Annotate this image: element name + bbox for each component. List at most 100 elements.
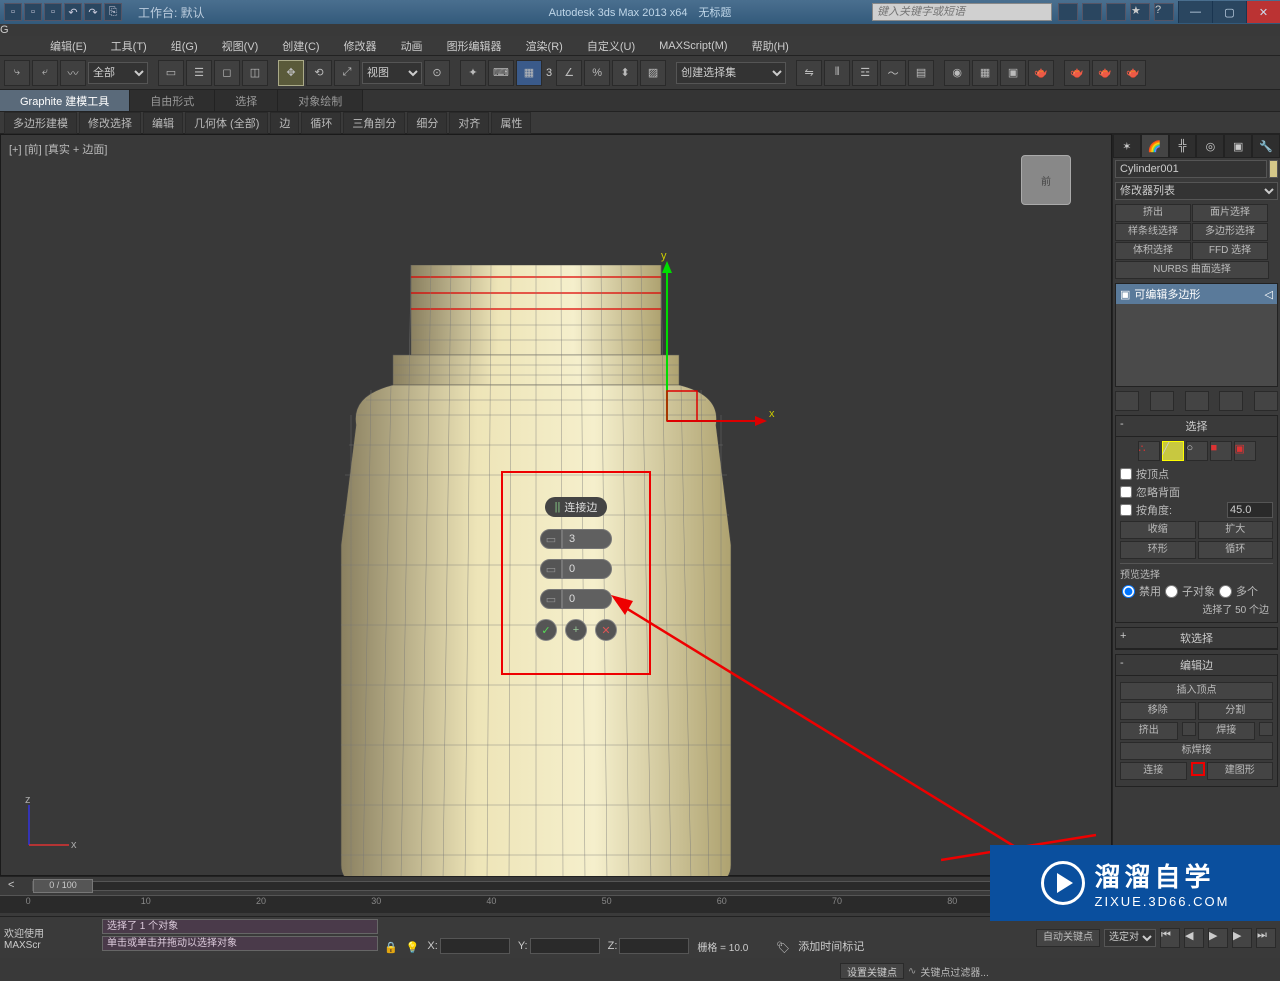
exchange-icon[interactable] [1106,3,1126,21]
menu-views[interactable]: 视图(V) [212,36,269,56]
polygon-mode-icon[interactable]: ■ [1210,441,1232,461]
align-icon[interactable]: ⫴ [824,60,850,86]
curve-editor-icon[interactable]: 〜 [880,60,906,86]
rp-loop[interactable]: 循环 [301,112,341,134]
mb-poly-sel[interactable]: 多边形选择 [1192,223,1268,241]
unlink-icon[interactable]: ⤶ [32,60,58,86]
tab-utilities-icon[interactable]: 🔧 [1252,134,1280,158]
render-prod-icon[interactable]: 🫖 [1092,60,1118,86]
slide-input[interactable] [562,589,612,609]
named-selection-sets[interactable]: 创建选择集 [676,62,786,84]
lock-icon[interactable]: 🔒 [384,941,398,954]
rp-poly-model[interactable]: 多边形建模 [4,112,77,134]
auto-key-button[interactable]: 自动关键点 [1036,929,1100,947]
x-input[interactable] [440,938,510,954]
time-thumb[interactable]: 0 / 100 [33,879,93,893]
window-crossing-icon[interactable]: ◫ [242,60,268,86]
insert-vertex-button[interactable]: 插入顶点 [1120,682,1273,700]
ring-button[interactable]: 环形 [1120,541,1196,559]
scale-icon[interactable]: ⤢ [334,60,360,86]
viewport[interactable]: [+] [前] [真实 + 边面] 前 [0,134,1112,876]
key-set-select[interactable]: 选定对 [1104,929,1156,947]
render-last-icon[interactable]: 🫖 [1064,60,1090,86]
manipulate-icon[interactable]: ✦ [460,60,486,86]
keyboard-shortcut-icon[interactable]: ⌨ [488,60,514,86]
make-unique-icon[interactable] [1185,391,1209,411]
pivot-icon[interactable]: ⊙ [424,60,450,86]
border-mode-icon[interactable]: ○ [1186,441,1208,461]
connect-button[interactable]: 连接 [1120,762,1187,780]
pinch-input[interactable] [562,559,612,579]
z-input[interactable] [619,938,689,954]
edge-mode-icon[interactable]: ╱ [1162,441,1184,461]
slide-icon[interactable]: ▭ [540,589,562,609]
rp-edit[interactable]: 编辑 [143,112,183,134]
vertex-mode-icon[interactable]: ∴ [1138,441,1160,461]
target-weld-button[interactable]: 标焊接 [1120,742,1273,760]
menu-maxscript[interactable]: MAXScript(M) [649,38,737,54]
layers-icon[interactable]: ☲ [852,60,878,86]
save-icon[interactable]: ▫ [44,3,62,21]
isolate-icon[interactable]: 💡 [406,941,420,954]
rp-edge[interactable]: 边 [270,112,299,134]
menu-create[interactable]: 创建(C) [272,36,329,56]
mirror-icon[interactable]: ⇋ [796,60,822,86]
link-icon[interactable]: ⎘ [104,3,122,21]
bind-spacewarp-icon[interactable]: 〰 [60,60,86,86]
time-tag-icon[interactable]: 🏷 [776,941,790,954]
rp-props[interactable]: 属性 [491,112,531,134]
app-menu-icon[interactable]: G [0,24,1280,36]
tab-paint[interactable]: 对象绘制 [278,90,363,111]
remove-button[interactable]: 移除 [1120,702,1196,720]
schematic-icon[interactable]: ▤ [908,60,934,86]
grow-button[interactable]: 扩大 [1198,521,1274,539]
goto-end-icon[interactable]: ⏭ [1256,928,1276,948]
move-icon[interactable]: ✥ [278,60,304,86]
loop-button[interactable]: 循环 [1198,541,1274,559]
rp-geometry[interactable]: 几何体 (全部) [185,112,268,134]
connect-settings-icon[interactable] [1191,762,1205,776]
minimize-button[interactable]: — [1178,1,1212,23]
tab-create-icon[interactable]: ✶ [1113,134,1141,158]
viewport-label[interactable]: [+] [前] [真实 + 边面] [9,141,107,157]
by-vertex-check[interactable] [1120,468,1132,480]
workspace-label[interactable]: 工作台: 默认 [138,4,205,21]
select-icon[interactable]: ▭ [158,60,184,86]
y-input[interactable] [530,938,600,954]
pin-stack-icon[interactable] [1115,391,1139,411]
select-region-icon[interactable]: ◻ [214,60,240,86]
search-box[interactable] [872,3,1052,21]
open-icon[interactable]: ▫ [24,3,42,21]
tab-motion-icon[interactable]: ◎ [1196,134,1224,158]
tab-modify-icon[interactable]: 🌈 [1141,134,1169,158]
menu-graph-editors[interactable]: 图形编辑器 [437,36,512,56]
remove-modifier-icon[interactable] [1219,391,1243,411]
menu-customize[interactable]: 自定义(U) [577,36,645,56]
angle-snap-icon[interactable]: ∠ [556,60,582,86]
maximize-button[interactable]: ▢ [1212,1,1246,23]
menu-animation[interactable]: 动画 [391,36,433,56]
tab-freeform[interactable]: 自由形式 [130,90,215,111]
render-setup-icon[interactable]: ▦ [972,60,998,86]
favorite-icon[interactable]: ★ [1130,3,1150,21]
mb-extrude[interactable]: 挤出 [1115,204,1191,222]
next-frame-icon[interactable]: ▶ [1232,928,1252,948]
rp-tri[interactable]: 三角剖分 [343,112,405,134]
key-filters-button[interactable]: 关键点过滤器... [920,964,988,979]
prev-frame-icon[interactable]: ◀ [1184,928,1204,948]
caddy-title[interactable]: ||连接边 [545,497,608,517]
angle-spinner[interactable] [1227,502,1273,518]
show-end-result-icon[interactable] [1150,391,1174,411]
stack-editable-poly[interactable]: ▣ 可编辑多边形 ◁ [1116,284,1277,304]
ok-button[interactable]: ✓ [535,619,557,641]
viewcube[interactable]: 前 [1021,155,1071,205]
material-editor-icon[interactable]: ◉ [944,60,970,86]
add-time-tag[interactable]: 添加时间标记 [798,938,864,954]
tab-hierarchy-icon[interactable]: ╬ [1169,134,1197,158]
ignore-backface-check[interactable] [1120,486,1132,498]
tab-selection[interactable]: 选择 [215,90,278,111]
extrude-button[interactable]: 挤出 [1120,722,1178,740]
percent-snap-icon[interactable]: % [584,60,610,86]
tab-graphite[interactable]: Graphite 建模工具 [0,90,130,111]
undo-icon[interactable]: ↶ [64,3,82,21]
